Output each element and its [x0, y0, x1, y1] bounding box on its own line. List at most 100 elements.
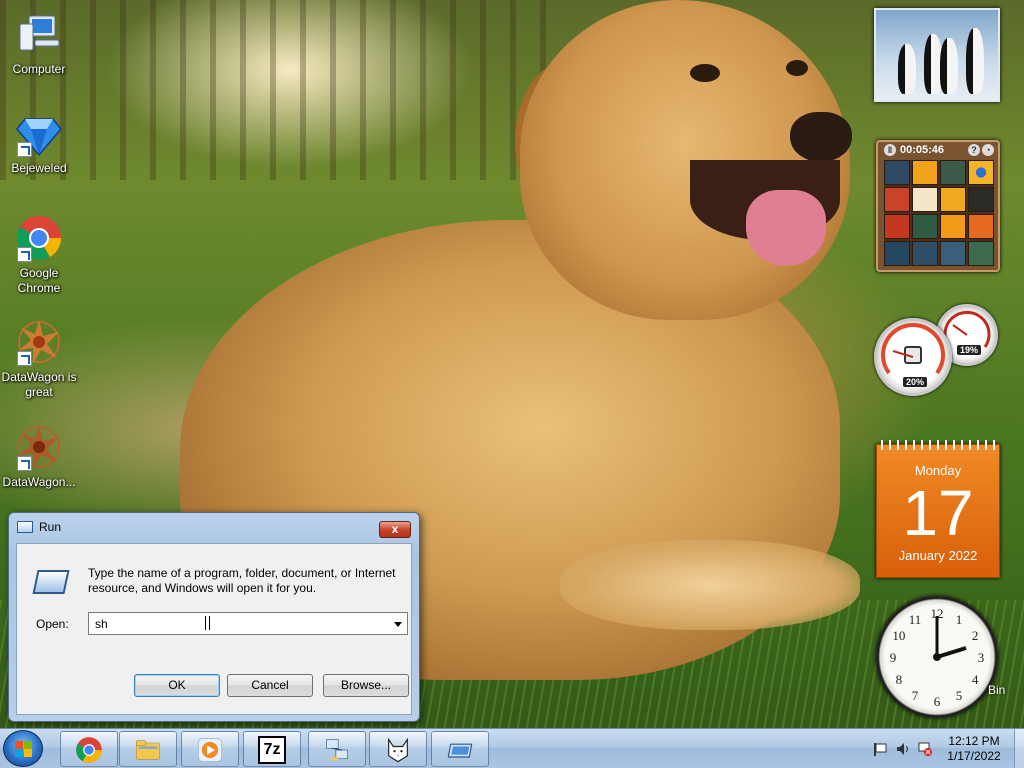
- chrome-icon: [15, 214, 63, 262]
- calendar-gadget[interactable]: Monday 17 January 2022: [876, 440, 1000, 578]
- start-button[interactable]: [3, 730, 43, 767]
- calendar-weekday: Monday: [914, 463, 962, 478]
- chevron-down-icon[interactable]: [394, 622, 402, 627]
- puzzle-timer: 00:05:46: [900, 144, 945, 156]
- run-title: Run: [39, 520, 62, 534]
- puzzle-tile[interactable]: [912, 241, 938, 266]
- puzzle-tile[interactable]: [884, 241, 910, 266]
- puzzle-tile[interactable]: [884, 214, 910, 239]
- desktop-icon-bejeweled[interactable]: Bejeweled: [1, 109, 77, 176]
- puzzle-tile[interactable]: [968, 214, 994, 239]
- desktop-icon-label: DataWagon is great: [1, 370, 77, 399]
- calendar-binding-rings: [881, 440, 997, 450]
- puzzle-tile[interactable]: [884, 160, 910, 185]
- run-dialog: Run x Type the name of a program, folder…: [8, 512, 420, 722]
- desktop-icon-label: Bejeweled: [11, 161, 67, 175]
- taskbar-network-button[interactable]: [308, 731, 366, 767]
- desktop-icon-datawagon-great[interactable]: DataWagon is great: [1, 318, 77, 400]
- puzzle-tile[interactable]: [968, 241, 994, 266]
- wallpaper-dog-nose: [790, 112, 852, 162]
- clock-numeral: 7: [912, 688, 919, 703]
- desktop-icon-datawagon[interactable]: DataWagon...: [1, 423, 77, 490]
- close-button[interactable]: x: [379, 521, 411, 538]
- datawagon-star-icon: [15, 423, 63, 471]
- run-program-icon: [32, 570, 70, 594]
- open-label: Open:: [36, 617, 69, 631]
- clock-numeral: 5: [956, 688, 963, 703]
- network-disconnected-icon[interactable]: [918, 742, 932, 756]
- wallpaper-fence: [0, 0, 560, 180]
- diamond-gem-icon: [15, 109, 63, 157]
- clock-hour-hand: [936, 646, 967, 659]
- desktop-icon-label: Google Chrome: [17, 266, 61, 295]
- network-computers-icon: [326, 739, 348, 761]
- taskbar: 7z 12:12 PM 1/17/2022: [0, 728, 1024, 768]
- ok-button[interactable]: OK: [134, 674, 220, 697]
- open-input-value[interactable]: sh: [95, 617, 108, 631]
- wallpaper-dog-eye: [690, 64, 720, 82]
- wallpaper-dog-eye: [786, 60, 808, 76]
- shortcut-arrow-icon: [17, 247, 32, 262]
- clock-numeral: 1: [956, 612, 963, 627]
- shortcut-arrow-icon: [17, 456, 32, 471]
- cat-icon: [388, 737, 408, 763]
- taskbar-cat-app-button[interactable]: [369, 731, 427, 767]
- browse-button[interactable]: Browse...: [323, 674, 409, 697]
- clock-numeral: 3: [978, 650, 985, 665]
- volume-icon[interactable]: [896, 742, 910, 756]
- memory-value: 19%: [957, 345, 982, 355]
- shortcut-arrow-icon: [17, 142, 32, 157]
- cancel-button[interactable]: Cancel: [227, 674, 313, 697]
- puzzle-help-button[interactable]: ?: [968, 144, 980, 156]
- wallpaper-dog-paw: [560, 540, 860, 630]
- picture-puzzle-gadget[interactable]: ‖ 00:05:46 ? ◔: [876, 140, 1000, 272]
- windows-logo-icon: [15, 749, 32, 757]
- clock-numeral: 6: [934, 694, 941, 709]
- shortcut-arrow-icon: [17, 351, 32, 366]
- puzzle-tile[interactable]: [940, 187, 966, 212]
- show-desktop-button[interactable]: [1014, 729, 1024, 768]
- calendar-day: 17: [902, 477, 974, 549]
- recycle-bin-label[interactable]: Bin: [988, 683, 1005, 697]
- taskbar-clock[interactable]: 12:12 PM 1/17/2022: [936, 734, 1012, 764]
- puzzle-grid: [884, 160, 994, 266]
- puzzle-tile[interactable]: [912, 187, 938, 212]
- taskbar-run-button[interactable]: [431, 731, 489, 767]
- puzzle-pause-icon[interactable]: ‖: [884, 144, 896, 156]
- taskbar-media-player-button[interactable]: [181, 731, 239, 767]
- run-titlebar[interactable]: Run: [9, 513, 419, 541]
- cpu-dial: 20%: [874, 318, 952, 396]
- action-center-flag-icon[interactable]: [874, 742, 888, 756]
- puzzle-tile[interactable]: [912, 160, 938, 185]
- puzzle-tile[interactable]: [912, 214, 938, 239]
- clock-numeral: 2: [972, 628, 979, 643]
- desktop-icon-google-chrome[interactable]: Google Chrome: [1, 214, 77, 296]
- clock-numeral: 8: [896, 672, 903, 687]
- taskbar-time: 12:12 PM: [948, 734, 1000, 748]
- slideshow-gadget[interactable]: [874, 8, 1000, 102]
- 7zip-icon: 7z: [258, 736, 286, 764]
- close-icon: x: [391, 522, 399, 536]
- puzzle-tile[interactable]: [940, 214, 966, 239]
- puzzle-tile[interactable]: [940, 241, 966, 266]
- desktop-icon-label: Computer: [12, 62, 66, 76]
- run-app-icon: [17, 521, 33, 533]
- run-icon: [447, 743, 473, 758]
- cpu-meter-gadget[interactable]: 19% 20%: [874, 302, 1000, 398]
- taskbar-explorer-button[interactable]: [119, 731, 177, 767]
- cpu-value: 20%: [903, 377, 928, 387]
- taskbar-7zip-button[interactable]: 7z: [243, 731, 301, 767]
- media-player-icon: [198, 738, 222, 762]
- puzzle-tile[interactable]: [884, 187, 910, 212]
- taskbar-chrome-button[interactable]: [60, 731, 118, 767]
- puzzle-tile[interactable]: [968, 160, 994, 185]
- puzzle-tile[interactable]: [940, 160, 966, 185]
- open-combobox[interactable]: sh: [88, 612, 408, 635]
- taskbar-date: 1/17/2022: [947, 749, 1001, 763]
- clock-gadget[interactable]: 12 1 2 3 4 5 6 7 8 9 10 11: [876, 596, 998, 718]
- puzzle-picture-button[interactable]: ◔: [982, 144, 994, 156]
- desktop-icon-computer[interactable]: Computer: [1, 10, 77, 77]
- puzzle-tile[interactable]: [968, 187, 994, 212]
- clock-face: 12 1234567891011: [890, 606, 985, 709]
- run-description: Type the name of a program, folder, docu…: [88, 566, 396, 595]
